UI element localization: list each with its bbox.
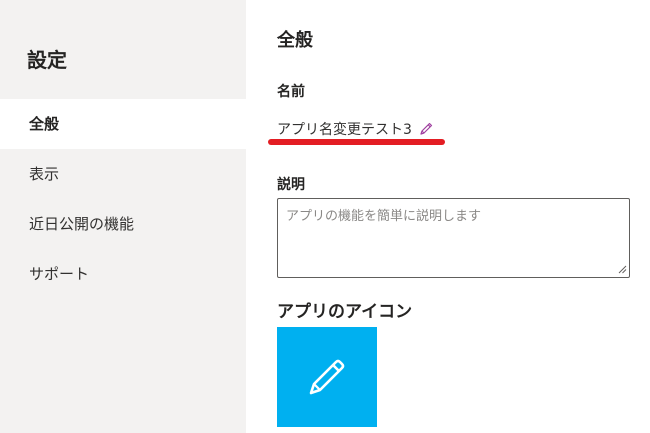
app-name-text: アプリ名変更テスト3 (277, 122, 412, 138)
settings-app: 設定 全般 表示 近日公開の機能 サポート 全般 名前 アプリ名変更テスト3 説… (0, 0, 650, 433)
settings-main: 全般 名前 アプリ名変更テスト3 説明 アプリのアイコン (246, 0, 650, 433)
pencil-icon[interactable] (418, 121, 434, 137)
description-input[interactable] (277, 198, 630, 278)
sidebar-item-general[interactable]: 全般 (0, 99, 246, 149)
settings-sidebar: 設定 全般 表示 近日公開の機能 サポート (0, 0, 246, 433)
resize-grip-icon[interactable] (618, 265, 627, 274)
app-icon-label: アプリのアイコン (277, 302, 413, 322)
sidebar-item-support[interactable]: サポート (0, 249, 246, 299)
sidebar-title: 設定 (27, 48, 67, 72)
name-label: 名前 (277, 84, 305, 100)
pencil-icon (309, 359, 345, 395)
page-title: 全般 (277, 30, 313, 51)
sidebar-item-display[interactable]: 表示 (0, 149, 246, 199)
highlight-underline (268, 139, 445, 145)
app-icon-button[interactable] (277, 327, 377, 427)
sidebar-item-upcoming-features[interactable]: 近日公開の機能 (0, 199, 246, 249)
app-name-field[interactable]: アプリ名変更テスト3 (277, 118, 434, 140)
description-label: 説明 (277, 177, 305, 193)
